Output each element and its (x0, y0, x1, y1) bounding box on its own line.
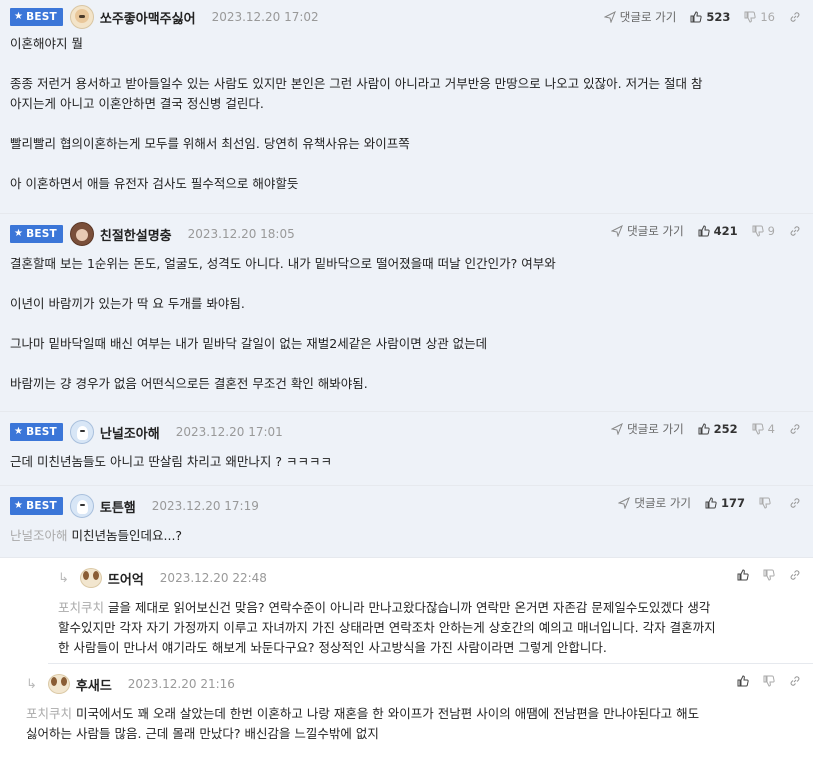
comment: ★ BEST 쏘주좋아맥주싫어 2023.12.20 17:02 댓글로 가기 5… (0, 0, 813, 214)
link-button[interactable] (789, 225, 801, 237)
downvote-button[interactable] (763, 569, 775, 581)
thumbs-up-icon (737, 569, 749, 581)
downvote-button[interactable] (759, 497, 775, 509)
best-badge: ★ BEST (10, 423, 63, 441)
link-icon (789, 675, 801, 687)
link-button[interactable] (789, 11, 801, 23)
thumbs-down-icon (763, 675, 775, 687)
link-button[interactable] (789, 569, 801, 581)
thumbs-down-icon (752, 225, 764, 237)
comment: ★ BEST 난널조아해 2023.12.20 17:01 댓글로 가기 252 … (0, 412, 813, 486)
best-badge: ★ BEST (10, 8, 63, 26)
comment-body: 결혼할때 보는 1순위는 돈도, 얼굴도, 성격도 아니다. 내가 밑바닥으로 … (10, 256, 556, 391)
avatar[interactable] (69, 5, 94, 29)
upvote-button[interactable]: 523 (690, 10, 730, 24)
nickname[interactable]: 토튼햄 (100, 497, 136, 516)
thumbs-up-icon (698, 423, 710, 435)
comment-body: 포치쿠치 미국에서도 꽤 오래 살았는데 한번 이혼하고 나랑 재혼을 한 와이프… (26, 706, 700, 741)
avatar[interactable] (79, 568, 102, 588)
nickname[interactable]: 후새드 (76, 675, 112, 694)
best-badge: ★ BEST (10, 497, 63, 515)
comment: ★ BEST 친절한설명충 2023.12.20 18:05 댓글로 가기 421… (0, 214, 813, 412)
upvote-button[interactable]: 252 (698, 422, 738, 436)
reply-link[interactable]: 댓글로 가기 (611, 421, 684, 437)
comment-header: ★ BEST 친절한설명충 2023.12.20 18:05 댓글로 가기 421… (0, 214, 813, 254)
reply-link[interactable]: 댓글로 가기 (603, 9, 676, 25)
thumbs-down-icon (752, 423, 764, 435)
link-button[interactable] (789, 423, 801, 435)
best-badge: ★ BEST (10, 225, 63, 243)
avatar[interactable] (69, 420, 94, 444)
timestamp: 2023.12.20 18:05 (187, 227, 295, 241)
thumbs-down-icon (759, 497, 771, 509)
comment-actions: 댓글로 가기 421 9 (611, 214, 801, 248)
comment-header: ↳ 후새드 2023.12.20 21:16 (16, 664, 813, 704)
comment-actions: 댓글로 가기 523 16 (603, 0, 801, 34)
timestamp: 2023.12.20 17:01 (175, 425, 283, 439)
link-icon (789, 11, 801, 23)
comment-actions (737, 664, 801, 698)
timestamp: 2023.12.20 17:19 (151, 499, 259, 513)
comment-header: ↳ 뜨어억 2023.12.20 22:48 (48, 558, 813, 598)
upvote-button[interactable] (737, 569, 749, 581)
nickname[interactable]: 쏘주좋아맥주싫어 (100, 8, 196, 27)
send-icon (618, 497, 631, 509)
comment-actions: 댓글로 가기 177 (618, 486, 801, 520)
comment-body: 근데 미친년놈들도 아니고 딴살림 차리고 왜만나지 ? ㅋㅋㅋㅋ (10, 454, 332, 469)
upvote-button[interactable]: 421 (698, 224, 738, 238)
link-button[interactable] (789, 497, 801, 509)
star-icon: ★ (14, 11, 24, 22)
reply-arrow-icon: ↳ (26, 676, 37, 692)
downvote-button[interactable]: 4 (752, 422, 775, 436)
nickname[interactable]: 뜨어억 (108, 569, 144, 588)
send-icon (603, 11, 616, 23)
timestamp: 2023.12.20 17:02 (211, 10, 319, 24)
comment-header: ★ BEST 쏘주좋아맥주싫어 2023.12.20 17:02 댓글로 가기 5… (0, 0, 813, 34)
mention[interactable]: 포치쿠치 (58, 600, 104, 615)
thumbs-up-icon (698, 225, 710, 237)
avatar[interactable] (69, 494, 94, 518)
downvote-button[interactable]: 9 (752, 224, 775, 238)
reply-link[interactable]: 댓글로 가기 (611, 223, 684, 239)
upvote-button[interactable] (737, 675, 749, 687)
link-icon (789, 423, 801, 435)
comment-body: 포치쿠치 글을 제대로 읽어보신건 맞음? 연락수준이 아니라 만나고왔다잖습니까… (58, 600, 716, 655)
reply-arrow-icon: ↳ (58, 570, 69, 586)
comment-body: 난널조아해 미친년놈들인데요...? (10, 528, 183, 543)
reply-link[interactable]: 댓글로 가기 (618, 495, 691, 511)
comment-header: ★ BEST 난널조아해 2023.12.20 17:01 댓글로 가기 252 … (0, 412, 813, 452)
star-icon: ★ (14, 426, 24, 437)
comment-actions: 댓글로 가기 252 4 (611, 412, 801, 446)
link-button[interactable] (789, 675, 801, 687)
downvote-button[interactable]: 16 (744, 10, 775, 24)
nickname[interactable]: 난널조아해 (100, 423, 160, 442)
thumbs-up-icon (705, 497, 717, 509)
thumbs-up-icon (737, 675, 749, 687)
reply-comment: ↳ 뜨어억 2023.12.20 22:48 포치쿠치 글을 제대로 읽어보신건 … (48, 558, 813, 664)
mention[interactable]: 포치쿠치 (26, 706, 72, 721)
link-icon (789, 497, 801, 509)
star-icon: ★ (14, 228, 24, 239)
timestamp: 2023.12.20 22:48 (159, 571, 267, 585)
thumbs-down-icon (744, 11, 756, 23)
link-icon (789, 225, 801, 237)
upvote-button[interactable]: 177 (705, 496, 745, 510)
downvote-button[interactable] (763, 675, 775, 687)
comment-body: 이혼해야지 뭘 종종 저런거 용서하고 받아들일수 있는 사람도 있지만 본인은… (10, 36, 703, 191)
reply-comment: ↳ 후새드 2023.12.20 21:16 포치쿠치 미국에서도 꽤 오래 살았… (16, 664, 813, 754)
star-icon: ★ (14, 500, 24, 511)
thumbs-up-icon (690, 11, 702, 23)
comment: ★ BEST 토튼햄 2023.12.20 17:19 댓글로 가기 177 난널… (0, 486, 813, 558)
avatar[interactable] (69, 222, 94, 246)
mention[interactable]: 난널조아해 (10, 528, 68, 543)
send-icon (611, 423, 624, 435)
link-icon (789, 569, 801, 581)
send-icon (611, 225, 624, 237)
avatar[interactable] (47, 674, 70, 694)
timestamp: 2023.12.20 21:16 (127, 677, 235, 691)
comment-actions (737, 558, 801, 592)
thumbs-down-icon (763, 569, 775, 581)
nickname[interactable]: 친절한설명충 (100, 225, 172, 244)
comment-header: ★ BEST 토튼햄 2023.12.20 17:19 댓글로 가기 177 (0, 486, 813, 526)
